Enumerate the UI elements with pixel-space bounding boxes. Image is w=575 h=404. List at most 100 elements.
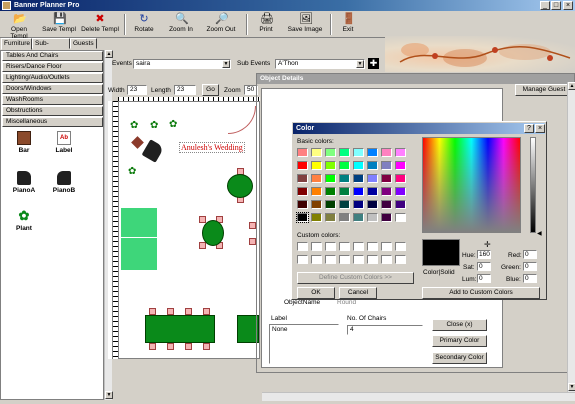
basic-color-swatch[interactable] (395, 200, 406, 209)
primary-color-button[interactable]: Primary Color (432, 335, 487, 347)
basic-color-swatch[interactable] (339, 213, 350, 222)
blue-input[interactable]: 0 (523, 274, 537, 283)
item-bar[interactable]: Bar (9, 131, 39, 154)
open-template-button[interactable]: 📂 Open Templ (3, 12, 35, 40)
custom-color-swatch[interactable] (311, 255, 322, 264)
basic-color-swatch[interactable] (353, 161, 364, 170)
define-custom-colors-button[interactable]: Define Custom Colors >> (297, 272, 414, 284)
bottom-scrollbar[interactable] (262, 392, 575, 401)
maximize-button[interactable]: □ (551, 1, 561, 10)
close-dialog-button[interactable]: × (535, 124, 545, 133)
delete-template-button[interactable]: ✖ Delete Templ (80, 12, 120, 36)
custom-color-swatch[interactable] (367, 242, 378, 251)
chair[interactable] (199, 242, 206, 249)
floor-plan-canvas[interactable]: ✿ ✿ ✿ ✿ Anulesh's Wedding (118, 101, 260, 359)
basic-color-swatch[interactable] (381, 148, 392, 157)
plant-icon[interactable]: ✿ (169, 119, 177, 130)
category-risers-dance-floor[interactable]: Risers/Dance Floor (2, 62, 103, 72)
custom-color-swatch[interactable] (353, 242, 364, 251)
basic-color-swatch[interactable] (311, 200, 322, 209)
sat-input[interactable]: 0 (477, 262, 491, 271)
basic-color-swatch[interactable] (339, 174, 350, 183)
basic-color-swatch[interactable] (367, 187, 378, 196)
category-lighting-audio-outlets[interactable]: Lighting/Audio/Outlets (2, 73, 103, 83)
basic-color-swatch[interactable] (353, 200, 364, 209)
chair[interactable] (185, 343, 192, 350)
basic-color-swatch[interactable] (353, 174, 364, 183)
basic-color-swatch[interactable] (353, 187, 364, 196)
category-miscellaneous[interactable]: Miscellaneous (2, 117, 103, 127)
help-button[interactable]: ? (524, 124, 534, 133)
lum-input[interactable]: 0 (477, 274, 491, 283)
chair[interactable] (249, 238, 256, 245)
tab-furniture[interactable]: Furniture (1, 38, 32, 50)
wedding-label[interactable]: Anulesh's Wedding (179, 142, 245, 153)
save-template-button[interactable]: 💾 Save Templ (42, 12, 76, 36)
chair[interactable] (167, 343, 174, 350)
basic-color-swatch[interactable] (325, 187, 336, 196)
custom-color-swatch[interactable] (339, 242, 350, 251)
move-icon[interactable]: ✚ (368, 58, 379, 69)
chair[interactable] (249, 222, 256, 229)
basic-color-swatch[interactable] (367, 174, 378, 183)
custom-color-swatch[interactable] (311, 242, 322, 251)
basic-color-swatch[interactable] (395, 187, 406, 196)
custom-color-swatch[interactable] (381, 255, 392, 264)
basic-color-swatch[interactable] (367, 161, 378, 170)
scroll-up-arrow-icon[interactable]: ▲ (568, 82, 575, 90)
red-input[interactable]: 0 (523, 250, 537, 259)
custom-color-swatch[interactable] (367, 255, 378, 264)
basic-color-swatch[interactable] (311, 148, 322, 157)
custom-color-swatch[interactable] (353, 255, 364, 264)
basic-color-swatch[interactable] (381, 213, 392, 222)
chair[interactable] (167, 308, 174, 315)
basic-color-swatch[interactable] (297, 187, 308, 196)
basic-color-swatch[interactable] (395, 148, 406, 157)
width-input[interactable]: 23 (127, 85, 147, 95)
chair[interactable] (199, 216, 206, 223)
basic-color-swatch[interactable] (297, 200, 308, 209)
bar-object[interactable] (131, 136, 144, 149)
basic-color-swatch[interactable] (325, 148, 336, 157)
basic-color-swatch[interactable] (311, 187, 322, 196)
round-table[interactable] (227, 174, 253, 198)
close-button[interactable]: Close (x) (432, 319, 487, 331)
basic-color-swatch[interactable] (325, 213, 336, 222)
basic-color-swatch[interactable] (395, 161, 406, 170)
cancel-button[interactable]: Cancel (339, 287, 377, 299)
plant-icon[interactable]: ✿ (150, 120, 158, 131)
item-piano-a[interactable]: PianoA (9, 171, 39, 194)
color-spectrum[interactable] (422, 137, 521, 233)
item-plant[interactable]: ✿ Plant (9, 209, 39, 233)
zoom-in-button[interactable]: 🔍 Zoom In (166, 12, 196, 36)
rectangular-table[interactable] (145, 315, 215, 343)
print-button[interactable]: 🖨 Print (254, 12, 278, 36)
custom-color-swatch[interactable] (395, 242, 406, 251)
basic-color-swatch[interactable] (381, 200, 392, 209)
chair[interactable] (203, 308, 210, 315)
basic-color-swatch[interactable] (353, 148, 364, 157)
scroll-down-arrow-icon[interactable]: ▼ (105, 391, 113, 399)
category-tables-and-chairs[interactable]: Tables And Chairs (2, 51, 103, 61)
basic-color-swatch[interactable] (367, 200, 378, 209)
zoom-out-button[interactable]: 🔎 Zoom Out (205, 12, 237, 36)
chair[interactable] (203, 343, 210, 350)
exit-button[interactable]: 🚪 Exit (337, 12, 359, 36)
basic-color-swatch[interactable] (367, 213, 378, 222)
basic-color-swatch[interactable] (339, 200, 350, 209)
basic-color-swatch[interactable] (353, 213, 364, 222)
label-textarea[interactable]: None (269, 324, 339, 364)
length-input[interactable]: 23 (174, 85, 196, 95)
add-to-custom-colors-button[interactable]: Add to Custom Colors (422, 287, 540, 299)
chairs-input[interactable]: 4 (347, 325, 423, 335)
basic-color-swatch[interactable] (339, 161, 350, 170)
basic-color-swatch[interactable] (381, 161, 392, 170)
scroll-up-arrow-icon[interactable]: ▲ (105, 50, 113, 58)
tab-guests[interactable]: Guests (70, 38, 97, 49)
chair[interactable] (185, 308, 192, 315)
basic-color-swatch[interactable] (395, 174, 406, 183)
rotate-button[interactable]: ↻ Rotate (130, 12, 158, 36)
category-doors-windows[interactable]: Doors/Windows (2, 84, 103, 94)
dance-floor-1[interactable] (121, 208, 157, 237)
basic-color-swatch[interactable] (367, 148, 378, 157)
